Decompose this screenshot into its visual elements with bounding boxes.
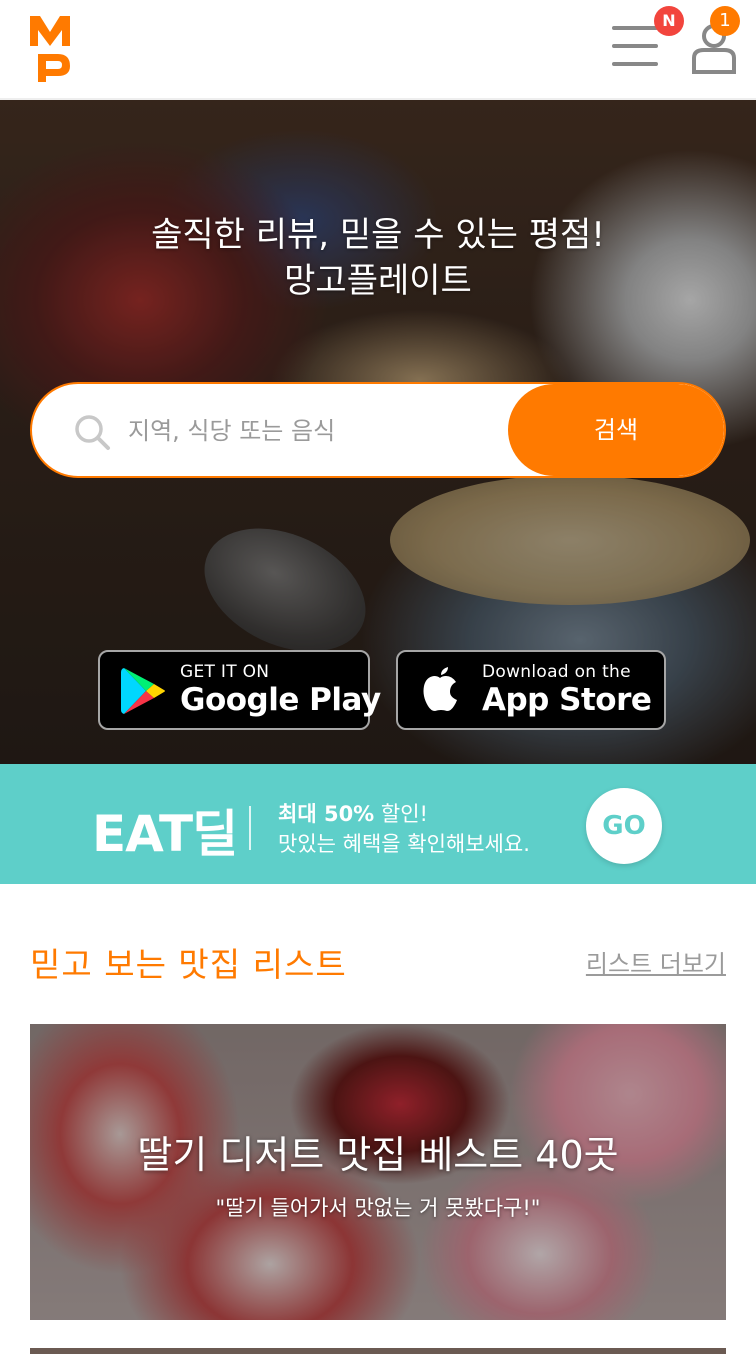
google-play-icon <box>121 668 165 714</box>
hero-banner: 솔직한 리뷰, 믿을 수 있는 평점! 망고플레이트 검색 GET IT ON … <box>0 100 756 764</box>
eat-deal-discount-text: 최대 50% 할인! <box>278 798 428 828</box>
google-play-big-text: Google Play <box>180 682 381 718</box>
search-icon <box>75 415 110 450</box>
hero-title-line1: 솔직한 리뷰, 믿을 수 있는 평점! <box>151 215 605 255</box>
menu-bar <box>612 62 658 66</box>
mangoplate-logo[interactable] <box>28 12 72 84</box>
search-bar: 검색 <box>30 382 726 478</box>
apple-icon <box>423 667 457 711</box>
search-input[interactable] <box>128 408 508 454</box>
hero-title-line2: 망고플레이트 <box>284 261 472 301</box>
app-store-small-text: Download on the <box>482 662 631 682</box>
menu-bar <box>612 26 658 30</box>
card-title: 딸기 디저트 맛집 베스트 40곳 <box>137 1133 619 1177</box>
google-play-button[interactable]: GET IT ON Google Play <box>98 650 381 730</box>
section-title: 믿고 보는 맛집 리스트 <box>30 945 347 984</box>
search-button[interactable]: 검색 <box>508 384 724 476</box>
restaurant-list-card[interactable]: 딸기 디저트 맛집 베스트 40곳 "딸기 들어가서 맛없는 거 못봤다구!" <box>30 1024 726 1320</box>
menu-bar <box>612 44 658 48</box>
hero-title: 솔직한 리뷰, 믿을 수 있는 평점! 망고플레이트 <box>0 212 756 304</box>
more-list-link[interactable]: 리스트 더보기 <box>586 944 726 979</box>
eat-deal-banner[interactable]: EAT딜 최대 50% 할인! 맛있는 혜택을 확인해보세요. GO <box>0 764 756 884</box>
top-header: N 1 <box>0 0 756 100</box>
app-store-big-text: App Store <box>482 682 652 718</box>
google-play-small-text: GET IT ON <box>180 662 270 682</box>
eat-deal-divider <box>249 806 251 850</box>
eat-deal-description: 맛있는 혜택을 확인해보세요. <box>278 832 530 856</box>
eat-deal-go-button[interactable]: GO <box>586 788 662 864</box>
eat-deal-discount-rest: 할인! <box>374 802 428 826</box>
card-subtitle: "딸기 들어가서 맛없는 거 못봤다구!" <box>215 1196 541 1220</box>
next-card-peek <box>30 1348 726 1354</box>
eat-deal-discount-bold: 최대 50% <box>278 802 375 826</box>
app-store-button[interactable]: Download on the App Store <box>396 650 666 730</box>
eat-deal-logo: EAT딜 <box>92 805 238 863</box>
new-badge: N <box>654 6 684 36</box>
notification-count-badge: 1 <box>710 6 740 36</box>
